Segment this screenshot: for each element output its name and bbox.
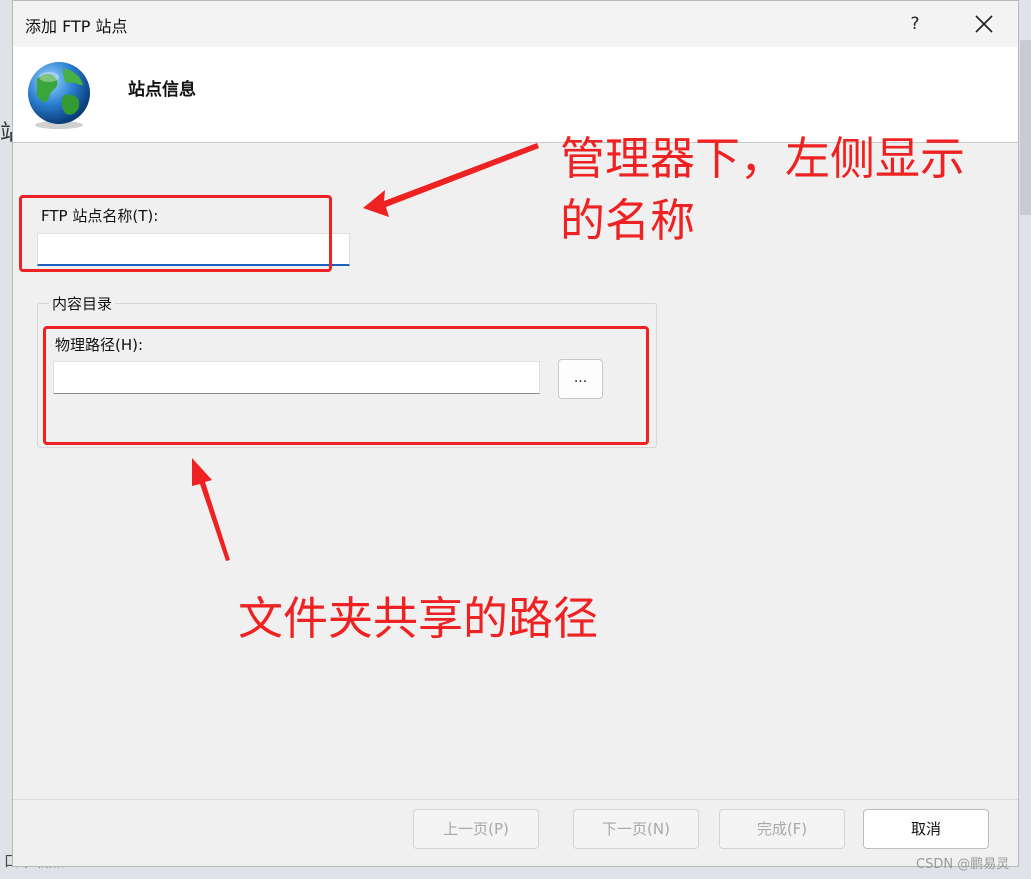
site-name-annotation-line1: 管理器下，左侧显示 (560, 132, 966, 185)
arrow-to-path (192, 458, 230, 561)
arrow-to-site-name (363, 143, 539, 217)
path-annotation: 文件夹共享的路径 (238, 592, 599, 645)
watermark: CSDN @鹏易灵 (916, 857, 1010, 872)
site-name-annotation-line2: 的名称 (560, 194, 696, 247)
